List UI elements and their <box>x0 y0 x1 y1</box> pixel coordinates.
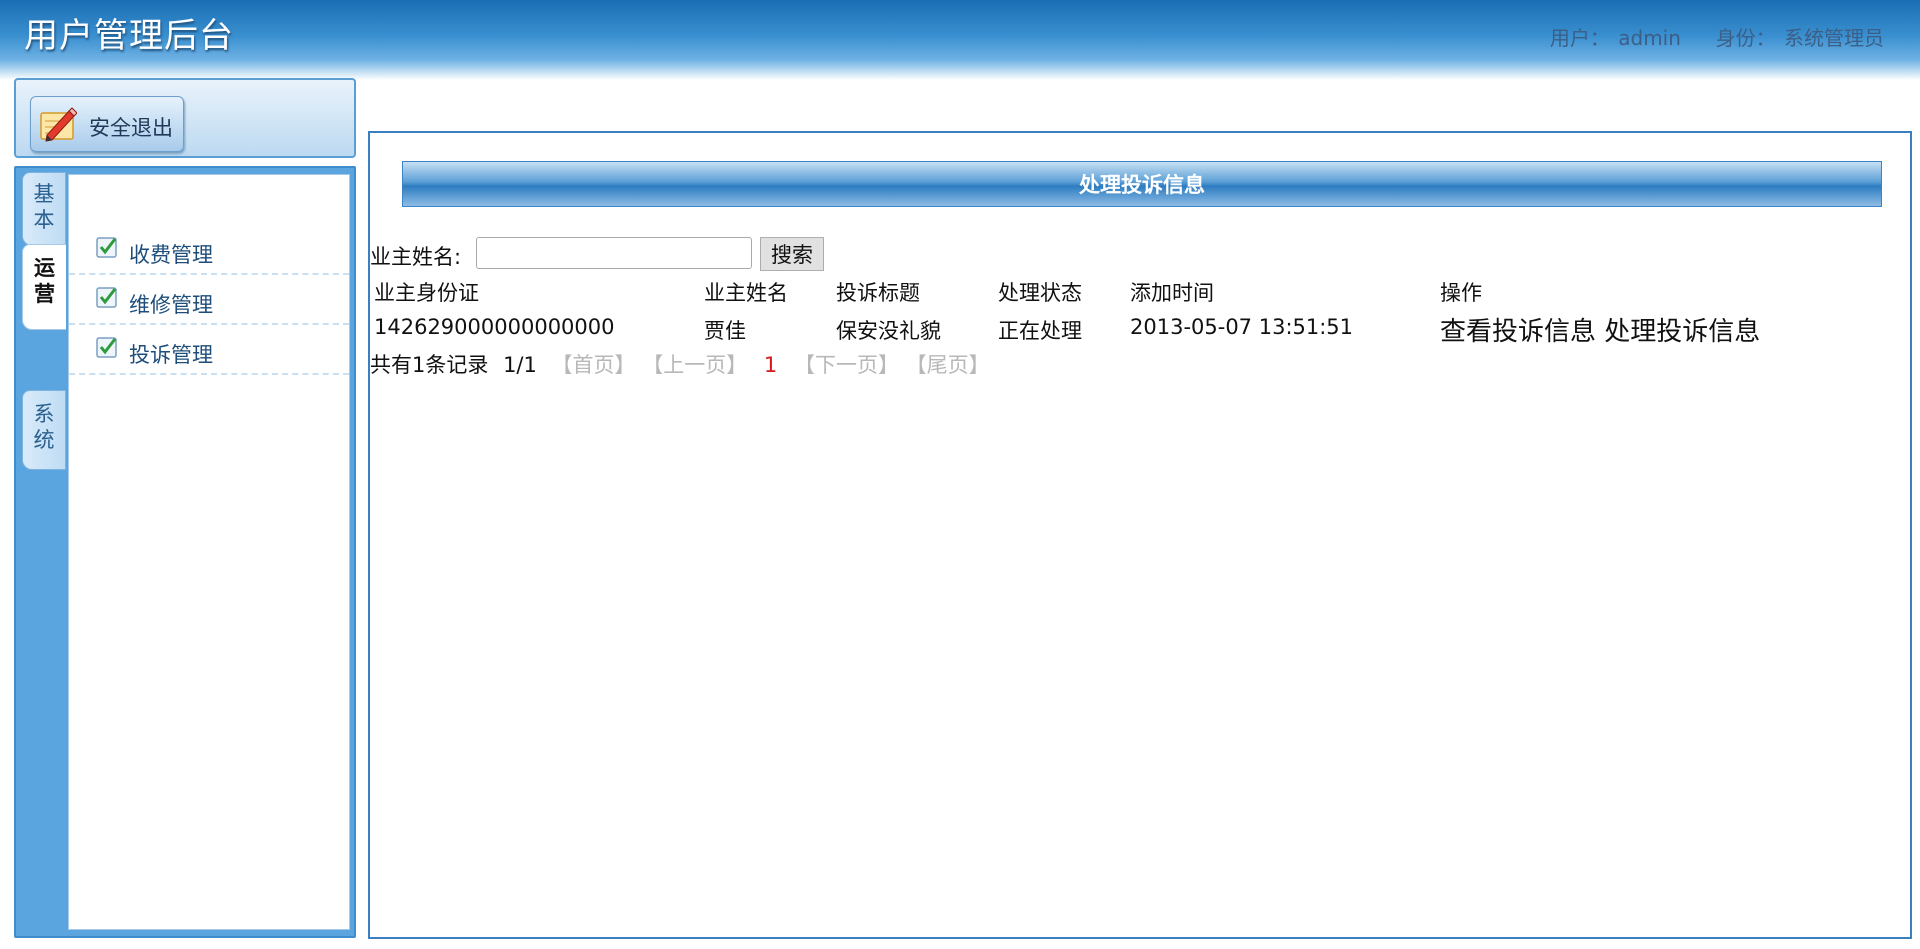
tab-operations-label: 运营 <box>34 256 55 306</box>
sidebar-item-complaints[interactable]: 投诉管理 <box>69 325 349 375</box>
logout-panel: 安全退出 <box>14 78 356 158</box>
sidebar: 安全退出 基本 收费管理 维修管理 投诉管理 运营 系统 <box>14 78 356 939</box>
role-name: 系统管理员 <box>1784 26 1884 50</box>
sidebar-item-label: 收费管理 <box>129 243 213 267</box>
cell-title: 保安没礼貌 <box>836 319 941 343</box>
checkbox-icon <box>96 337 117 358</box>
column-header: 业主姓名 <box>704 281 788 305</box>
logout-label: 安全退出 <box>89 116 173 140</box>
page-indicator: 1/1 <box>503 353 537 377</box>
search-button[interactable]: 搜索 <box>760 237 824 271</box>
next-page-link[interactable]: 【下一页】 <box>794 353 899 377</box>
sidebar-item-label: 投诉管理 <box>129 343 213 367</box>
cell-id-card: 142629000000000000 <box>374 315 615 339</box>
header: 用户管理后台 用户： admin 身份： 系统管理员 <box>0 0 1920 80</box>
sidebar-item-label: 维修管理 <box>129 293 213 317</box>
sidebar-item-repair[interactable]: 维修管理 <box>69 275 349 325</box>
user-info: 用户： admin 身份： 系统管理员 <box>1548 22 1884 51</box>
cell-operations: 查看投诉信息 处理投诉信息 <box>1440 311 1760 348</box>
process-complaint-link[interactable]: 处理投诉信息 <box>1604 317 1760 347</box>
pagination: 共有1条记录 1/1 【首页】 【上一页】 1 【下一页】 【尾页】 <box>370 349 990 379</box>
user-name: admin <box>1618 26 1681 50</box>
record-count: 共有1条记录 <box>370 353 489 377</box>
prev-page-link[interactable]: 【上一页】 <box>642 353 747 377</box>
cell-added-time: 2013-05-07 13:51:51 <box>1130 315 1354 339</box>
user-label: 用户： <box>1549 26 1610 50</box>
checkbox-icon <box>96 237 117 258</box>
column-header: 操作 <box>1440 281 1482 305</box>
last-page-link[interactable]: 【尾页】 <box>906 353 990 377</box>
app-title: 用户管理后台 <box>24 16 234 56</box>
column-header: 业主身份证 <box>374 281 479 305</box>
first-page-link[interactable]: 【首页】 <box>552 353 636 377</box>
view-complaint-link[interactable]: 查看投诉信息 <box>1440 317 1596 347</box>
column-header: 处理状态 <box>998 281 1082 305</box>
cell-owner-name: 贾佳 <box>704 319 746 343</box>
role-label: 身份： <box>1715 26 1776 50</box>
page-title: 处理投诉信息 <box>1079 173 1205 197</box>
tab-basic[interactable]: 基本 <box>22 172 66 246</box>
logout-button[interactable]: 安全退出 <box>30 96 184 152</box>
search-label: 业主姓名: <box>370 245 462 269</box>
nav-panel: 基本 收费管理 维修管理 投诉管理 运营 系统 <box>14 166 356 938</box>
owner-name-search-input[interactable] <box>476 237 752 269</box>
edit-pencil-icon <box>40 107 77 142</box>
nav-list: 收费管理 维修管理 投诉管理 <box>68 174 350 930</box>
column-header: 投诉标题 <box>836 281 920 305</box>
tab-operations[interactable]: 运营 <box>22 244 66 330</box>
column-header: 添加时间 <box>1130 281 1214 305</box>
tab-basic-label: 基本 <box>33 182 55 232</box>
current-page-number[interactable]: 1 <box>764 353 777 377</box>
section-title-bar: 处理投诉信息 <box>402 161 1882 207</box>
main-panel: 处理投诉信息 业主姓名: 搜索 业主身份证 业主姓名 投诉标题 处理状态 添加时… <box>368 131 1912 939</box>
tab-system-label: 系统 <box>33 402 55 452</box>
tab-system[interactable]: 系统 <box>22 390 66 470</box>
checkbox-icon <box>96 287 117 308</box>
sidebar-item-billing[interactable]: 收费管理 <box>69 225 349 275</box>
cell-status: 正在处理 <box>998 319 1082 343</box>
